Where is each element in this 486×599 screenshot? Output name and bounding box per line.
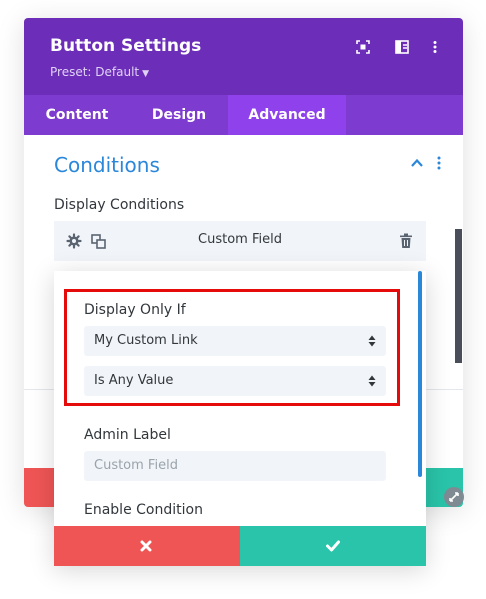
section-title-conditions[interactable]: Conditions [54,153,160,177]
tab-advanced[interactable]: Advanced [228,95,346,135]
panel-header: Button Settings Preset: Default ▼ [24,18,463,95]
more-vertical-icon[interactable] [428,40,442,54]
divider [426,389,463,390]
resize-icon [449,492,459,502]
panel-title: Button Settings [50,36,202,56]
condition-item-bar[interactable]: Custom Field [54,221,426,261]
custom-field-select[interactable]: My Custom Link [84,326,386,356]
check-icon [326,540,340,552]
save-button[interactable] [240,526,426,566]
caret-down-icon: ▼ [142,69,150,79]
tab-content[interactable]: Content [24,95,130,135]
admin-label-label: Admin Label [84,427,171,443]
select-value: Is Any Value [94,373,174,388]
panel-discard-button[interactable] [24,468,54,507]
panel-scrollbar[interactable] [455,229,462,363]
divider [24,389,54,390]
chevron-up-icon[interactable] [410,156,424,170]
resize-handle[interactable] [444,487,464,507]
condition-settings-modal: Display Only If My Custom Link Is Any Va… [54,271,426,566]
sidebar-layout-icon[interactable] [395,40,409,54]
display-conditions-label: Display Conditions [54,197,185,213]
modal-scrollbar[interactable] [418,271,422,477]
close-icon [140,540,152,552]
focus-icon[interactable] [356,40,370,54]
tab-bar: Content Design Advanced [24,95,463,135]
condition-name: Custom Field [198,232,282,247]
select-arrows-icon [368,375,376,387]
admin-label-input[interactable] [84,451,386,481]
cancel-button[interactable] [54,526,240,566]
enable-condition-label: Enable Condition [84,502,203,518]
select-arrows-icon [368,335,376,347]
display-only-if-label: Display Only If [84,302,186,318]
trash-icon[interactable] [399,233,413,249]
preset-label: Preset: Default [50,65,140,79]
preset-dropdown[interactable]: Preset: Default ▼ [50,65,149,79]
operator-select[interactable]: Is Any Value [84,366,386,396]
more-vertical-icon[interactable] [435,155,443,171]
tab-design[interactable]: Design [130,95,228,135]
select-value: My Custom Link [94,333,198,348]
